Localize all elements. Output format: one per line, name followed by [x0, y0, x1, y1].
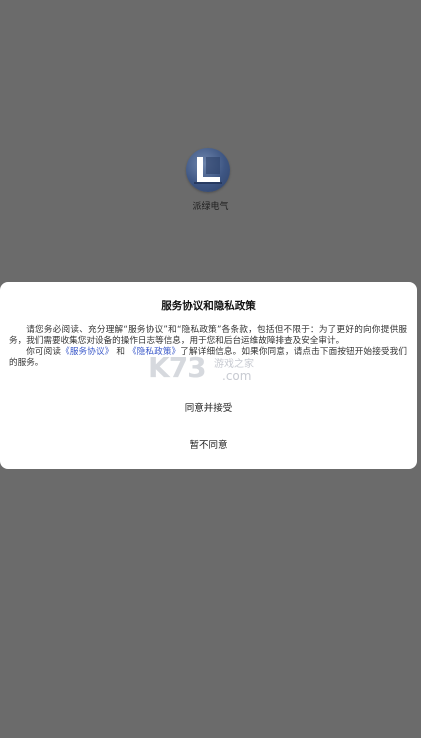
agree-button[interactable]: 同意并接受	[0, 396, 417, 418]
dialog-body: 请您务必阅读、充分理解“服务协议”和“隐私政策”各条款，包括但不限于：为了更好的…	[9, 325, 407, 369]
app-name: 派绿电气	[192, 202, 229, 212]
dialog-paragraph-1: 请您务必阅读、充分理解“服务协议”和“隐私政策”各条款，包括但不限于：为了更好的…	[9, 325, 407, 346]
disagree-button[interactable]: 暂不同意	[0, 433, 417, 455]
dialog-title: 服务协议和隐私政策	[161, 300, 256, 312]
privacy-policy-link[interactable]: 《隐私政策》	[128, 347, 180, 357]
para2-prefix: 你可阅读	[26, 347, 62, 357]
app-screen: 派绿电气 服务协议和隐私政策 请您务必阅读、充分理解“服务协议”和“隐私政策”各…	[0, 0, 421, 738]
para2-and: 和	[116, 347, 126, 357]
service-agreement-link[interactable]: 《服务协议》	[61, 347, 113, 357]
dialog-paragraph-2: 你可阅读《服务协议》 和 《隐私政策》了解详细信息。如果你同意，请点击下面按钮开…	[9, 347, 407, 369]
app-logo-icon	[186, 148, 230, 192]
